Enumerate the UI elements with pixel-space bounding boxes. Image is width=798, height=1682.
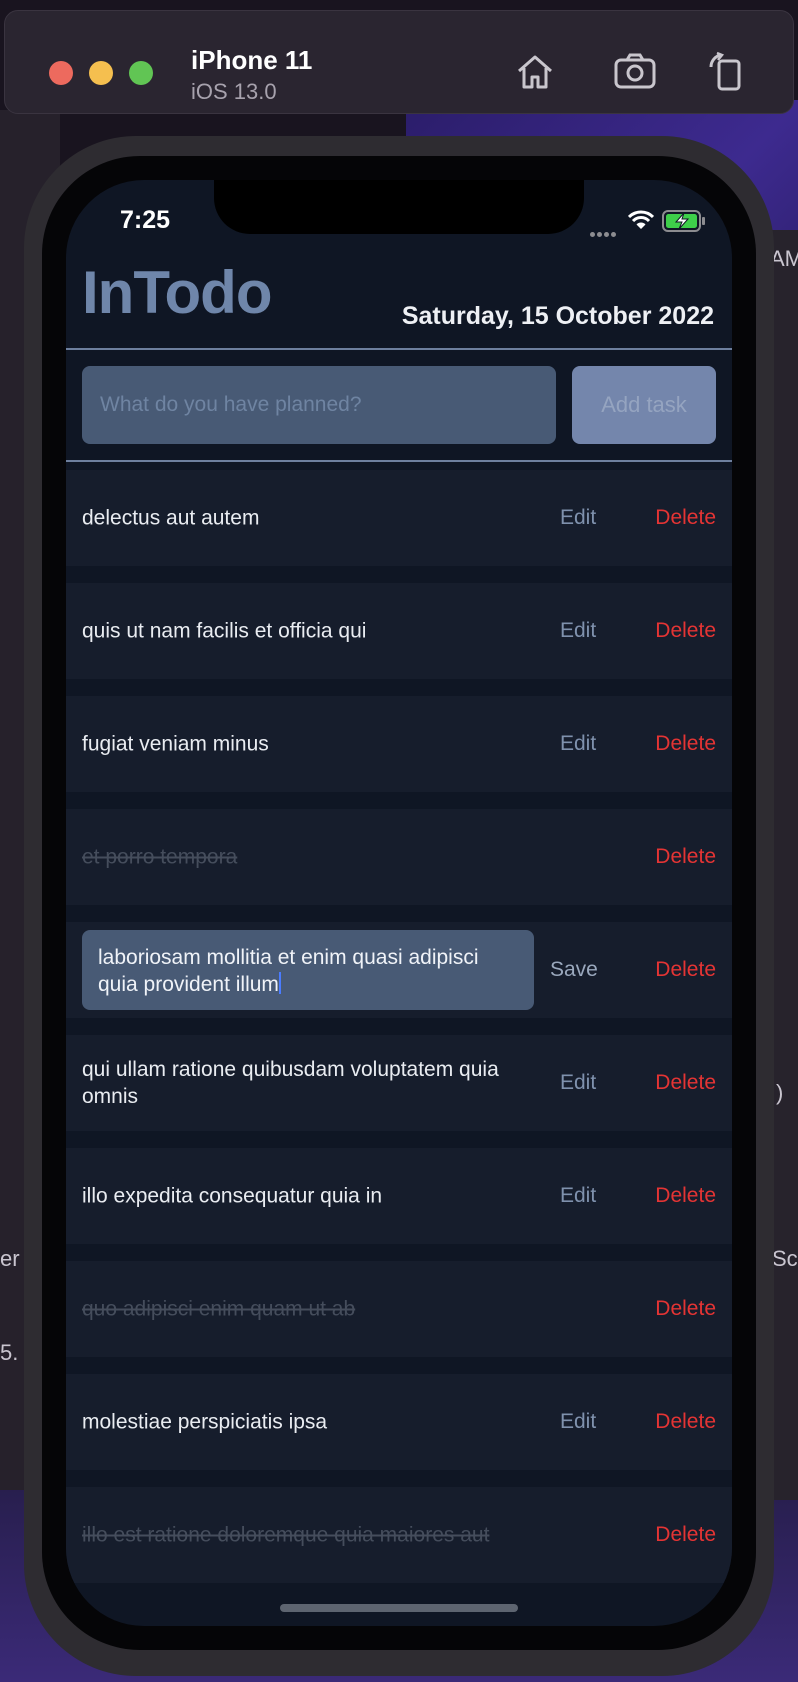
task-text[interactable]: quis ut nam facilis et officia qui bbox=[82, 618, 502, 645]
delete-button[interactable]: Delete bbox=[655, 619, 716, 643]
delete-button[interactable]: Delete bbox=[655, 958, 716, 982]
task-text[interactable]: qui ullam ratione quibusdam voluptatem q… bbox=[82, 1056, 502, 1110]
edit-task-value: laboriosam mollitia et enim quasi adipis… bbox=[98, 946, 479, 996]
edit-button[interactable]: Edit bbox=[560, 619, 596, 643]
status-time: 7:25 bbox=[120, 206, 171, 234]
delete-button[interactable]: Delete bbox=[655, 1523, 716, 1547]
task-row: quis ut nam facilis et officia qui Edit … bbox=[66, 583, 732, 679]
edit-button[interactable]: Edit bbox=[560, 732, 596, 756]
home-icon[interactable] bbox=[513, 51, 557, 91]
task-row: molestiae perspiciatis ipsa Edit Delete bbox=[66, 1374, 732, 1470]
delete-button[interactable]: Delete bbox=[655, 1184, 716, 1208]
current-date: Saturday, 15 October 2022 bbox=[401, 302, 714, 330]
task-row: delectus aut autem Edit Delete bbox=[66, 470, 732, 566]
task-text[interactable]: delectus aut autem bbox=[82, 505, 502, 532]
task-text[interactable]: fugiat veniam minus bbox=[82, 731, 502, 758]
phone-notch bbox=[214, 180, 584, 234]
background-text-fragment: AM bbox=[770, 246, 798, 271]
screenshot-camera-icon[interactable] bbox=[613, 51, 657, 91]
task-row-completed: quo adipisci enim quam ut ab Delete bbox=[66, 1261, 732, 1357]
task-text-completed[interactable]: et porro tempora bbox=[82, 844, 502, 871]
header-divider bbox=[66, 348, 732, 350]
signal-dots-icon bbox=[590, 224, 618, 242]
device-name: iPhone 11 bbox=[191, 45, 313, 75]
task-text[interactable]: illo expedita consequatur quia in bbox=[82, 1183, 502, 1210]
task-row-editing: laboriosam mollitia et enim quasi adipis… bbox=[66, 922, 732, 1018]
input-divider bbox=[66, 460, 732, 462]
phone-screen: 7:25 InTodo Saturday, 15 October 2022 Ad… bbox=[66, 180, 732, 1626]
add-task-button[interactable]: Add task bbox=[572, 366, 716, 444]
app-title: InTodo bbox=[82, 259, 272, 326]
battery-charging-icon bbox=[662, 210, 705, 232]
delete-button[interactable]: Delete bbox=[655, 506, 716, 530]
task-row-completed: illo est ratione doloremque quia maiores… bbox=[66, 1487, 732, 1583]
edit-button[interactable]: Edit bbox=[560, 1071, 596, 1095]
delete-button[interactable]: Delete bbox=[655, 1410, 716, 1434]
background-text-fragment: ) bbox=[776, 1080, 784, 1105]
zoom-window-button[interactable] bbox=[129, 61, 153, 85]
home-indicator[interactable] bbox=[280, 1604, 518, 1612]
task-row: illo expedita consequatur quia in Edit D… bbox=[66, 1148, 732, 1244]
task-text-completed[interactable]: quo adipisci enim quam ut ab bbox=[82, 1296, 502, 1323]
edit-task-textarea[interactable]: laboriosam mollitia et enim quasi adipis… bbox=[82, 930, 534, 1010]
save-button[interactable]: Save bbox=[550, 958, 598, 982]
task-text-completed[interactable]: illo est ratione doloremque quia maiores… bbox=[82, 1522, 502, 1549]
background-text-fragment: 5. bbox=[0, 1340, 19, 1365]
text-cursor bbox=[278, 972, 281, 994]
simulator-titlebar: iPhone 11 iOS 13.0 bbox=[4, 10, 794, 114]
task-row: qui ullam ratione quibusdam voluptatem q… bbox=[66, 1035, 732, 1131]
delete-button[interactable]: Delete bbox=[655, 845, 716, 869]
new-task-input[interactable] bbox=[82, 366, 556, 444]
task-row-completed: et porro tempora Delete bbox=[66, 809, 732, 905]
task-row: fugiat veniam minus Edit Delete bbox=[66, 696, 732, 792]
device-os-version: iOS 13.0 bbox=[191, 79, 277, 104]
background-text-fragment: Sc bbox=[772, 1246, 798, 1271]
edit-button[interactable]: Edit bbox=[560, 1410, 596, 1434]
edit-button[interactable]: Edit bbox=[560, 506, 596, 530]
task-text[interactable]: molestiae perspiciatis ipsa bbox=[82, 1409, 502, 1436]
minimize-window-button[interactable] bbox=[89, 61, 113, 85]
edit-button[interactable]: Edit bbox=[560, 1184, 596, 1208]
wifi-icon bbox=[628, 210, 654, 229]
delete-button[interactable]: Delete bbox=[655, 1297, 716, 1321]
delete-button[interactable]: Delete bbox=[655, 732, 716, 756]
close-window-button[interactable] bbox=[49, 61, 73, 85]
delete-button[interactable]: Delete bbox=[655, 1071, 716, 1095]
background-text-fragment: er bbox=[0, 1246, 20, 1271]
rotate-device-icon[interactable] bbox=[705, 51, 749, 91]
